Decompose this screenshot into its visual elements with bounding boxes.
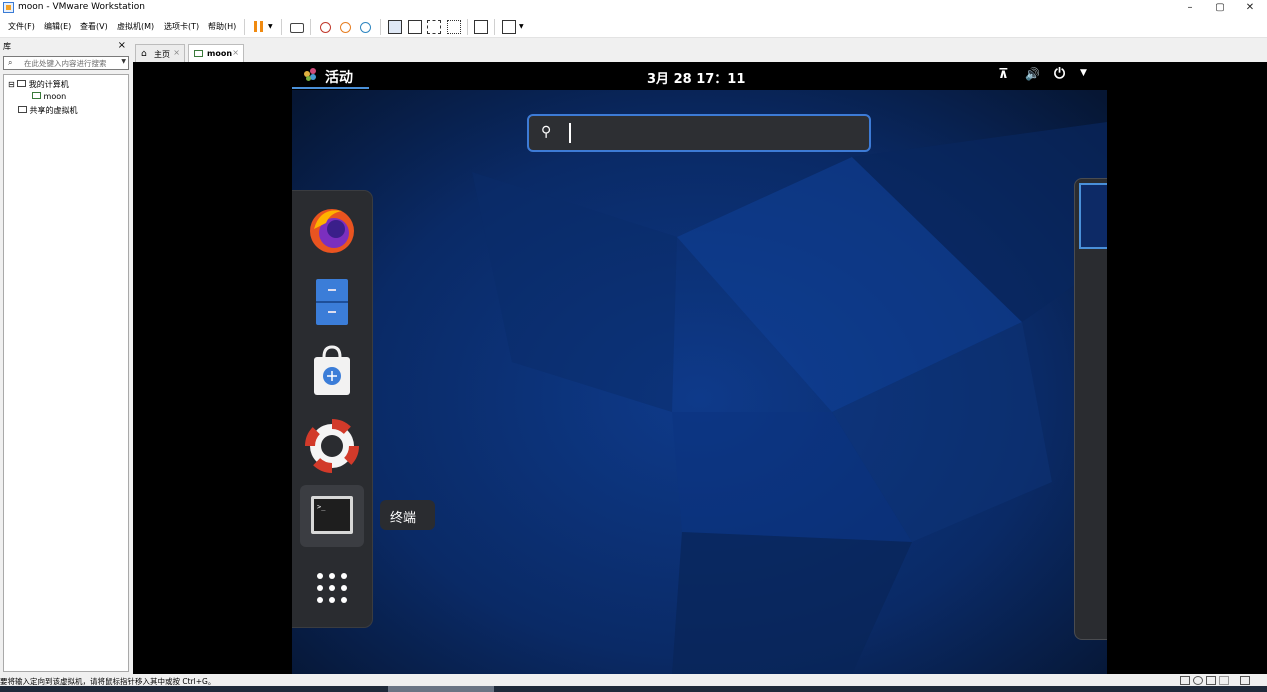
menu-tabs[interactable]: 选项卡(T) (164, 21, 199, 32)
toolbar-separator (494, 19, 495, 35)
computer-icon (17, 80, 27, 87)
desktop-wallpaper (292, 62, 1107, 674)
toolbar-separator (244, 19, 245, 35)
chevron-down-icon[interactable]: ▼ (121, 58, 126, 65)
vm-icon (32, 92, 41, 99)
activities-indicator (292, 87, 369, 89)
software-glyph (314, 345, 350, 395)
menu-view[interactable]: 查看(V) (80, 21, 108, 32)
workspace-thumbnail[interactable] (1079, 183, 1107, 249)
tooltip-label: 终端 (390, 511, 417, 526)
search-icon: ⚲ (541, 124, 552, 140)
library-close-button[interactable]: × (118, 40, 126, 51)
toolbar-separator (380, 19, 381, 35)
toolbar-separator (310, 19, 311, 35)
tree-item-label: 共享的虚拟机 (29, 106, 78, 115)
taskbar-button[interactable] (388, 686, 494, 692)
tree-item-label: 我的计算机 (28, 80, 69, 89)
dash-tooltip: 终端 (380, 500, 435, 530)
console-view-icon[interactable] (474, 20, 488, 34)
tab-label: 主页 (154, 50, 170, 59)
stretch-guest-icon[interactable] (502, 20, 516, 34)
tab-close-icon[interactable]: × (173, 48, 180, 57)
menu-file[interactable]: 文件(F) (8, 21, 35, 32)
host-taskbar (0, 686, 1267, 692)
revert-snapshot-icon[interactable] (340, 22, 351, 33)
search-icon: ⌕ (8, 58, 13, 67)
vm-display[interactable]: 活动 3月 28 17：11 ⊼ 🔊 ⏻ ▼ ⚲ >_ 终端 (133, 62, 1267, 674)
firefox-glyph (310, 209, 354, 253)
text-cursor (569, 123, 571, 143)
power-icon[interactable]: ⏻ (1054, 66, 1065, 82)
svg-text:>_: >_ (317, 503, 326, 511)
library-title: 库 (3, 42, 11, 51)
tree-expander-icon[interactable]: ⊟ (8, 80, 15, 89)
dash: >_ (292, 190, 373, 628)
home-icon: ⌂ (141, 49, 147, 59)
stretch-dropdown-icon[interactable]: ▼ (519, 23, 524, 30)
snapshot-manager-icon[interactable] (360, 22, 371, 33)
menu-help[interactable]: 帮助(H) (208, 21, 236, 32)
dropdown-arrow-icon[interactable]: ▼ (1080, 68, 1087, 78)
firefox-icon[interactable] (300, 199, 364, 261)
activities-logo-icon (304, 68, 317, 81)
tab-moon[interactable]: moon × (188, 44, 244, 62)
shared-vm-icon (18, 106, 27, 113)
hard-disk-icon[interactable] (1180, 676, 1190, 685)
library-search-input[interactable]: ⌕ 在此处键入内容进行搜索 ▼ (3, 56, 129, 70)
network-icon[interactable]: ⊼ (998, 67, 1009, 82)
toolbar-separator (281, 19, 282, 35)
terminal-glyph: >_ (311, 496, 353, 534)
cd-dvd-icon[interactable] (1193, 676, 1203, 685)
maximize-button[interactable]: ▢ (1205, 0, 1235, 16)
help-glyph (305, 419, 359, 473)
network-adapter-icon[interactable] (1206, 676, 1216, 685)
files-glyph (316, 279, 348, 325)
tree-item-my-computer[interactable]: ⊟ 我的计算机 (8, 79, 69, 90)
fullscreen-icon[interactable] (427, 20, 441, 34)
minimize-button[interactable]: – (1175, 0, 1205, 16)
toolbar-separator (467, 19, 468, 35)
tab-strip: ⌂ 主页 × moon × (133, 40, 1267, 62)
show-library-icon[interactable] (388, 20, 402, 34)
files-icon[interactable] (300, 271, 364, 333)
tab-label: moon (207, 49, 233, 58)
help-icon[interactable] (300, 415, 364, 477)
tree-item-shared-vms[interactable]: 共享的虚拟机 (18, 105, 78, 116)
unity-icon[interactable] (447, 20, 461, 34)
tree-item-label: moon (43, 92, 67, 101)
terminal-icon[interactable]: >_ (300, 485, 364, 547)
activities-button[interactable]: 活动 (325, 67, 353, 87)
title-bar: moon - VMware Workstation – ▢ ✕ (0, 0, 1267, 16)
menu-vm[interactable]: 虚拟机(M) (117, 21, 154, 32)
tab-close-icon[interactable]: × (232, 48, 239, 57)
clock[interactable]: 3月 28 17：11 (647, 68, 745, 87)
pause-icon[interactable] (253, 20, 267, 34)
sound-card-icon[interactable] (1219, 676, 1229, 685)
app-grid-glyph (317, 573, 347, 603)
volume-icon[interactable]: 🔊 (1025, 67, 1040, 81)
library-header: 库 × (0, 40, 130, 54)
gnome-top-bar: 活动 3月 28 17：11 ⊼ 🔊 ⏻ ▼ (292, 62, 1107, 90)
send-keys-icon[interactable] (290, 23, 304, 33)
close-button[interactable]: ✕ (1235, 0, 1265, 16)
show-apps-icon[interactable] (300, 557, 364, 619)
overview-search-input[interactable]: ⚲ (527, 114, 871, 152)
menu-edit[interactable]: 编辑(E) (44, 21, 71, 32)
display-icon[interactable] (1240, 676, 1250, 685)
vmware-app-icon (3, 2, 14, 13)
thumbnail-bar-icon[interactable] (408, 20, 422, 34)
guest-desktop[interactable]: 活动 3月 28 17：11 ⊼ 🔊 ⏻ ▼ ⚲ >_ 终端 (292, 62, 1107, 674)
library-tree: ⊟ 我的计算机 moon 共享的虚拟机 (3, 74, 129, 672)
menu-bar: 文件(F) 编辑(E) 查看(V) 虚拟机(M) 选项卡(T) 帮助(H) ▼ … (0, 16, 1267, 38)
workspace-switcher[interactable] (1074, 178, 1107, 640)
pause-dropdown-icon[interactable]: ▼ (268, 23, 273, 30)
software-icon[interactable] (300, 343, 364, 405)
window-title: moon - VMware Workstation (18, 2, 145, 12)
vm-icon (194, 50, 203, 57)
tab-home[interactable]: ⌂ 主页 × (135, 44, 185, 62)
tree-item-moon[interactable]: moon (32, 92, 66, 101)
snapshot-icon[interactable] (320, 22, 331, 33)
library-search-placeholder: 在此处键入内容进行搜索 (24, 59, 107, 68)
